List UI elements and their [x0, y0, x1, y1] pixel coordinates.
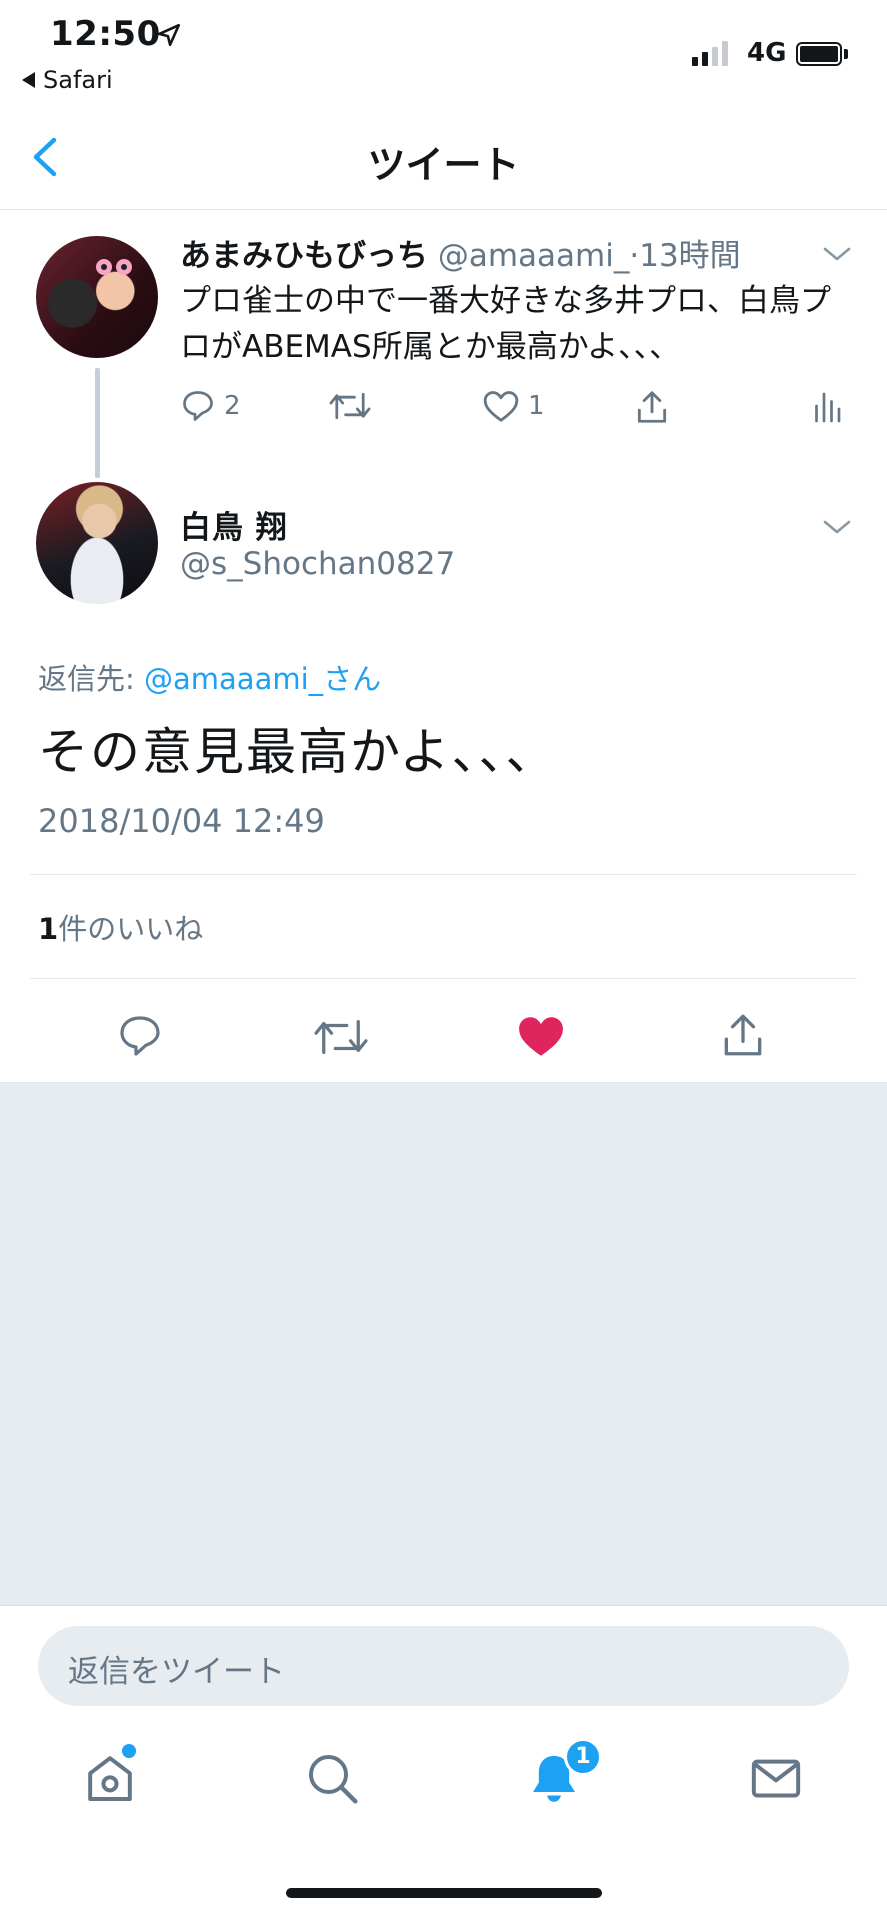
retweet-button[interactable]	[328, 388, 372, 424]
chevron-down-icon[interactable]	[822, 518, 852, 536]
tab-bar: 1	[0, 1720, 887, 1850]
reply-icon[interactable]	[116, 1012, 164, 1060]
main-tweet-name[interactable]: 白鳥 翔	[180, 502, 288, 547]
retweet-icon[interactable]	[312, 1014, 370, 1060]
analytics-button[interactable]	[812, 388, 842, 424]
likes-summary[interactable]: 1件のいいね	[38, 906, 203, 948]
status-time: 12:50	[50, 14, 161, 54]
main-tweet-handle[interactable]: @s_Shochan0827	[180, 546, 455, 582]
separator-dot: ·	[629, 238, 640, 274]
main-tweet-actions	[0, 1004, 887, 1074]
reply-to-prefix: 返信先:	[38, 662, 144, 696]
main-tweet-text: その意見最高かよ、、、	[38, 723, 558, 781]
retweet-icon	[329, 392, 371, 420]
share-button[interactable]	[632, 388, 672, 426]
like-icon	[483, 391, 519, 422]
reply-count: 2	[224, 391, 241, 421]
home-icon[interactable]	[82, 1750, 138, 1806]
like-filled-icon[interactable]	[516, 1012, 566, 1060]
avatar-ears-decoration	[96, 259, 132, 275]
signal-strength-icon	[692, 40, 728, 66]
parent-tweet-name[interactable]: あまみひもびっち	[180, 238, 428, 274]
reply-to-line: 返信先: @amaaami_さん	[38, 656, 381, 698]
messages-icon[interactable]	[748, 1750, 804, 1806]
battery-icon	[796, 42, 842, 66]
parent-tweet-actions: 2 1	[0, 388, 887, 438]
page-title: ツイート	[367, 143, 520, 187]
like-button[interactable]: 1	[482, 388, 545, 424]
chevron-down-icon[interactable]	[822, 245, 852, 263]
likes-label: 件のいいね	[58, 912, 204, 946]
avatar[interactable]	[36, 482, 158, 604]
divider	[30, 978, 857, 979]
likes-number: 1	[38, 912, 59, 946]
analytics-icon	[815, 392, 841, 423]
like-count: 1	[528, 391, 545, 421]
parent-tweet-text: プロ雀士の中で一番大好きな多井プロ、白鳥プロがABEMAS所属とか最高かよ、、、	[180, 283, 831, 365]
like-filled-shape	[519, 1017, 563, 1056]
back-triangle-icon	[22, 72, 35, 88]
back-to-app-button[interactable]: Safari	[22, 66, 113, 94]
empty-replies-area	[0, 1082, 887, 1606]
search-icon[interactable]	[304, 1750, 360, 1806]
navigation-bar: ツイート	[0, 104, 887, 210]
share-icon[interactable]	[718, 1010, 768, 1060]
reply-placeholder: 返信をツイート	[68, 1654, 285, 1690]
parent-tweet-header: あまみひもびっち @amaaami_·13時間	[180, 230, 741, 275]
reply-input[interactable]: 返信をツイート	[38, 1626, 849, 1706]
back-app-label: Safari	[43, 66, 113, 94]
reply-button[interactable]: 2	[180, 388, 241, 424]
home-unread-dot	[122, 1744, 136, 1758]
reply-icon	[183, 391, 213, 421]
reply-mention-link[interactable]: @amaaami_さん	[144, 662, 381, 696]
home-indicator[interactable]	[286, 1888, 602, 1898]
divider	[30, 874, 857, 875]
status-bar: 12:50 Safari 4G	[0, 0, 887, 104]
location-arrow-icon	[157, 23, 181, 47]
share-icon	[637, 391, 667, 423]
parent-tweet-age: 13時間	[639, 238, 741, 274]
main-tweet-timestamp: 2018/10/04 12:49	[38, 802, 325, 840]
network-type: 4G	[747, 38, 787, 68]
notification-badge: 1	[564, 1738, 602, 1776]
avatar[interactable]	[36, 236, 158, 358]
battery-tip	[844, 49, 848, 59]
parent-tweet-handle[interactable]: @amaaami_	[438, 238, 630, 274]
